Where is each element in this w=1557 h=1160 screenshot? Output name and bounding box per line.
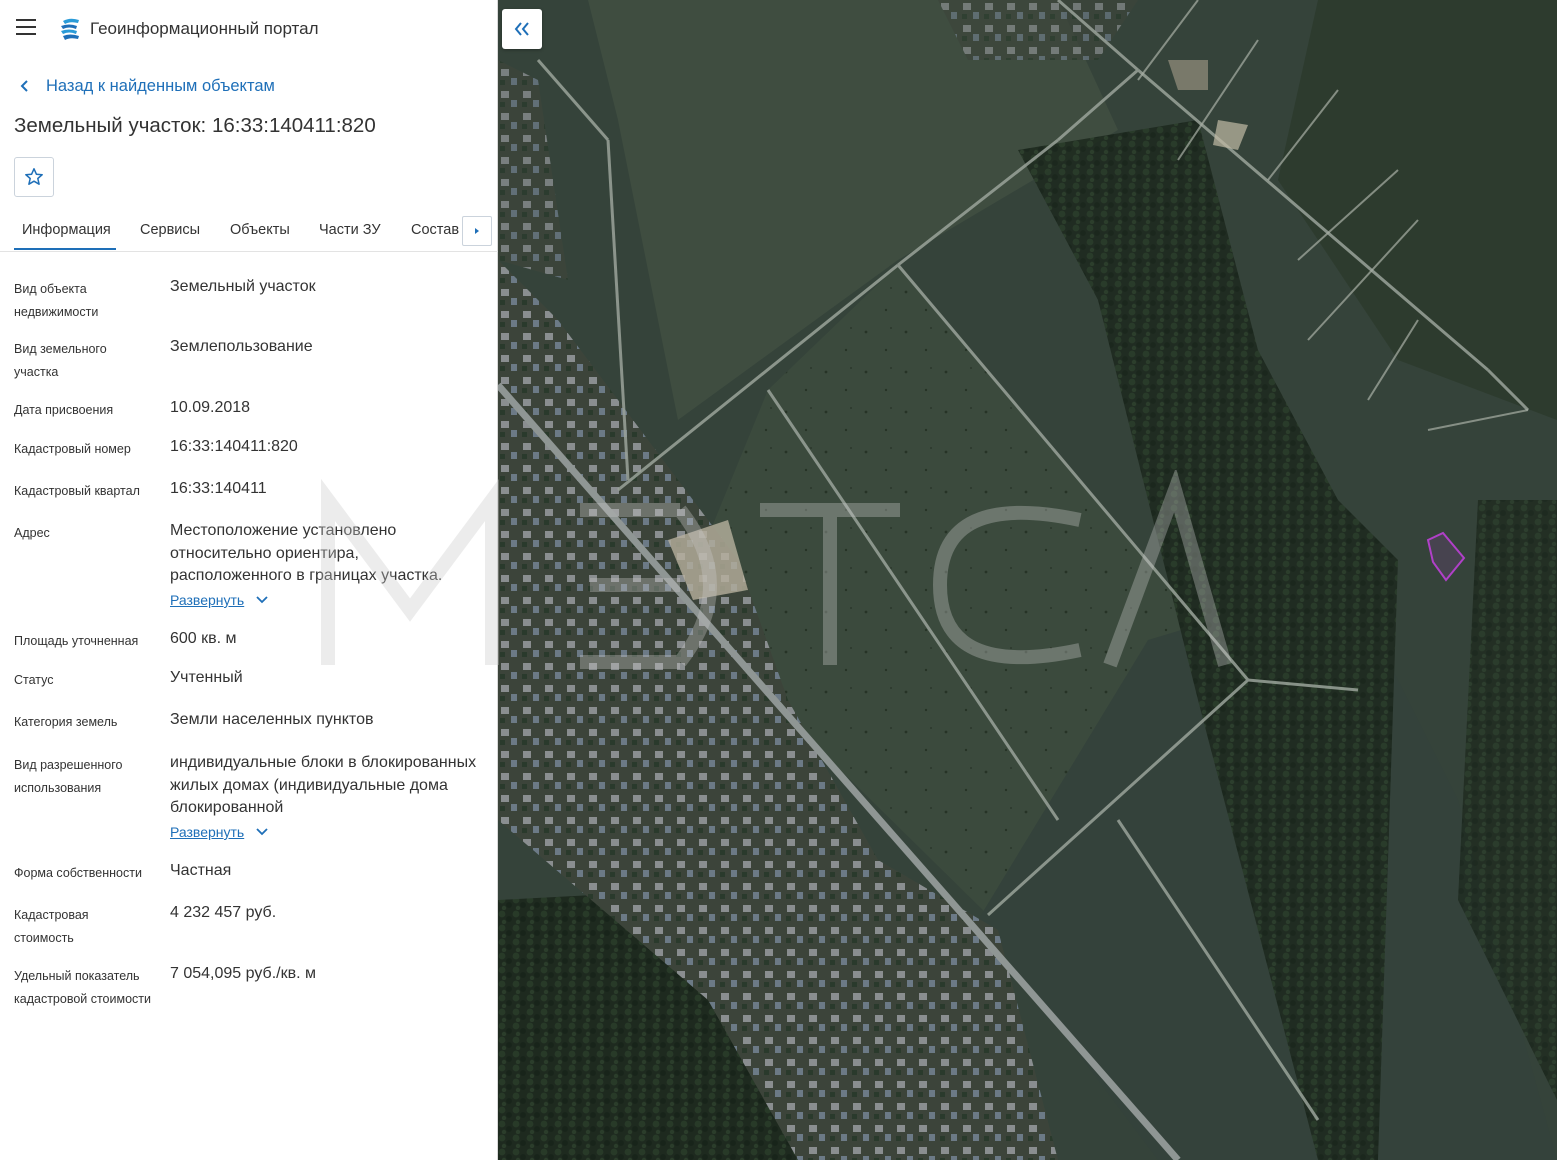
field-value: Земли населенных пунктов bbox=[170, 711, 374, 728]
back-to-results-link[interactable]: Назад к найденным объектам bbox=[14, 74, 275, 98]
field-value: Частная bbox=[170, 862, 232, 879]
expand-address-link[interactable]: Развернуть bbox=[170, 592, 268, 608]
tab-parts[interactable]: Части ЗУ bbox=[319, 210, 381, 250]
field-value: 16:33:140411:820 bbox=[170, 438, 298, 455]
tab-composition[interactable]: Состав bbox=[411, 210, 459, 250]
expand-label: Развернуть bbox=[170, 824, 245, 840]
expand-label: Развернуть bbox=[170, 592, 245, 608]
info-panel: Геоинформационный портал Назад к найденн… bbox=[0, 0, 498, 1160]
field-label: Вид земельного участка bbox=[14, 342, 107, 379]
double-chevron-left-icon bbox=[514, 22, 529, 36]
page-title: Земельный участок: 16:33:140411:820 bbox=[14, 114, 376, 137]
field-value: 4 232 457 руб. bbox=[170, 904, 277, 921]
tab-objects[interactable]: Объекты bbox=[230, 210, 290, 250]
top-bar: Геоинформационный портал bbox=[0, 0, 498, 58]
field-label: Категория земель bbox=[14, 715, 118, 729]
satellite-map[interactable] bbox=[498, 0, 1557, 1160]
chevron-left-icon bbox=[20, 80, 28, 92]
field-label: Вид объекта недвижимости bbox=[14, 282, 99, 319]
field-value: 16:33:140411 bbox=[170, 480, 267, 497]
field-label: Дата присвоения bbox=[14, 403, 114, 417]
caret-right-icon bbox=[475, 228, 479, 234]
field-label: Форма собственности bbox=[14, 866, 142, 880]
address-value: Местоположение установлено относительно … bbox=[170, 522, 443, 584]
tabs-scroll-right-button[interactable] bbox=[462, 216, 492, 246]
permitted-use-value: индивидуальные блоки в блокированных жил… bbox=[170, 754, 477, 816]
field-label: Кадастровый квартал bbox=[14, 484, 140, 498]
field-label: Статус bbox=[14, 673, 54, 687]
field-value: 600 кв. м bbox=[170, 630, 237, 647]
menu-icon[interactable] bbox=[14, 19, 38, 39]
chevron-down-icon bbox=[256, 596, 268, 604]
expand-permitted-use-link[interactable]: Развернуть bbox=[170, 824, 268, 840]
field-value: 10.09.2018 bbox=[170, 399, 251, 416]
field-label: Вид разрешенного использования bbox=[14, 758, 123, 795]
tab-bar: Информация Сервисы Объекты Части ЗУ Сост… bbox=[0, 210, 498, 252]
collapse-panel-button[interactable] bbox=[502, 9, 542, 49]
field-value: Земельный участок bbox=[170, 278, 316, 295]
satellite-imagery bbox=[498, 0, 1557, 1160]
chevron-down-icon bbox=[256, 828, 268, 836]
tab-information[interactable]: Информация bbox=[14, 210, 116, 250]
favorite-button[interactable] bbox=[14, 157, 54, 197]
portal-logo-icon bbox=[61, 18, 79, 40]
star-icon bbox=[25, 168, 43, 185]
field-label: Адрес bbox=[14, 526, 50, 540]
tab-services[interactable]: Сервисы bbox=[140, 210, 200, 250]
field-label: Удельный показатель кадастровой стоимост… bbox=[14, 969, 151, 1006]
field-value: 7 054,095 руб./кв. м bbox=[170, 965, 316, 982]
field-value: Землепользование bbox=[170, 338, 313, 355]
field-label: Площадь уточненная bbox=[14, 634, 139, 648]
field-label: Кадастровая стоимость bbox=[14, 908, 89, 945]
back-link-label: Назад к найденным объектам bbox=[46, 76, 275, 95]
field-label: Кадастровый номер bbox=[14, 442, 131, 456]
field-value: Учтенный bbox=[170, 669, 243, 686]
app-title: Геоинформационный портал bbox=[90, 19, 319, 38]
